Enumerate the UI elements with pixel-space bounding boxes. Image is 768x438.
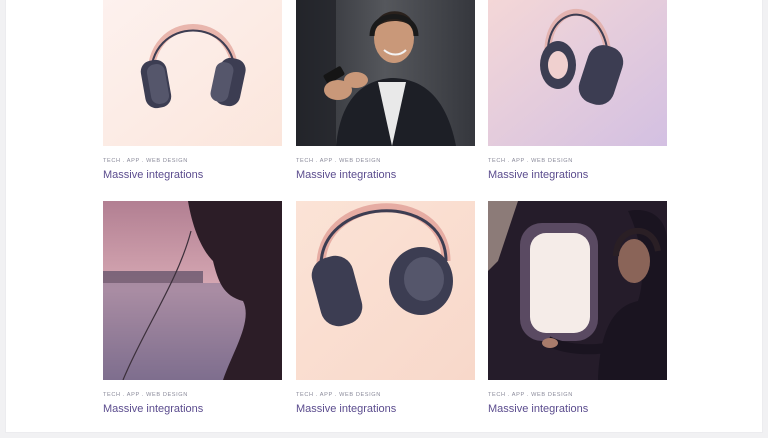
- portfolio-card[interactable]: TECH . APP . WEB DESIGN Massive integrat…: [488, 0, 667, 181]
- portfolio-card[interactable]: TECH . APP . WEB DESIGN Massive integrat…: [103, 201, 282, 415]
- category-label: TECH . APP . WEB DESIGN: [103, 158, 188, 164]
- category-label: TECH . APP . WEB DESIGN: [488, 158, 573, 164]
- category-label: TECH . APP . WEB DESIGN: [488, 392, 573, 398]
- headphones-product-image[interactable]: [103, 0, 282, 146]
- portfolio-card[interactable]: TECH . APP . WEB DESIGN Massive integrat…: [488, 201, 667, 415]
- woman-sunset-image[interactable]: [103, 201, 282, 380]
- category-label: TECH . APP . WEB DESIGN: [296, 392, 381, 398]
- man-with-phone-image[interactable]: [296, 0, 475, 146]
- portfolio-title-link[interactable]: Massive integrations: [488, 169, 667, 181]
- portfolio-card[interactable]: TECH . APP . WEB DESIGN Massive integrat…: [103, 0, 282, 181]
- portfolio-title-link[interactable]: Massive integrations: [296, 169, 475, 181]
- portfolio-card[interactable]: TECH . APP . WEB DESIGN Massive integrat…: [296, 0, 475, 181]
- portfolio-title-link[interactable]: Massive integrations: [488, 403, 667, 415]
- portfolio-card[interactable]: TECH . APP . WEB DESIGN Massive integrat…: [296, 201, 475, 415]
- woman-airplane-image[interactable]: [488, 201, 667, 380]
- category-label: TECH . APP . WEB DESIGN: [296, 158, 381, 164]
- portfolio-title-link[interactable]: Massive integrations: [103, 169, 282, 181]
- headphones-side-image[interactable]: [488, 0, 667, 146]
- portfolio-title-link[interactable]: Massive integrations: [296, 403, 475, 415]
- headphones-closeup-image[interactable]: [296, 201, 475, 380]
- category-label: TECH . APP . WEB DESIGN: [103, 392, 188, 398]
- portfolio-title-link[interactable]: Massive integrations: [103, 403, 282, 415]
- portfolio-grid: TECH . APP . WEB DESIGN Massive integrat…: [6, 0, 762, 432]
